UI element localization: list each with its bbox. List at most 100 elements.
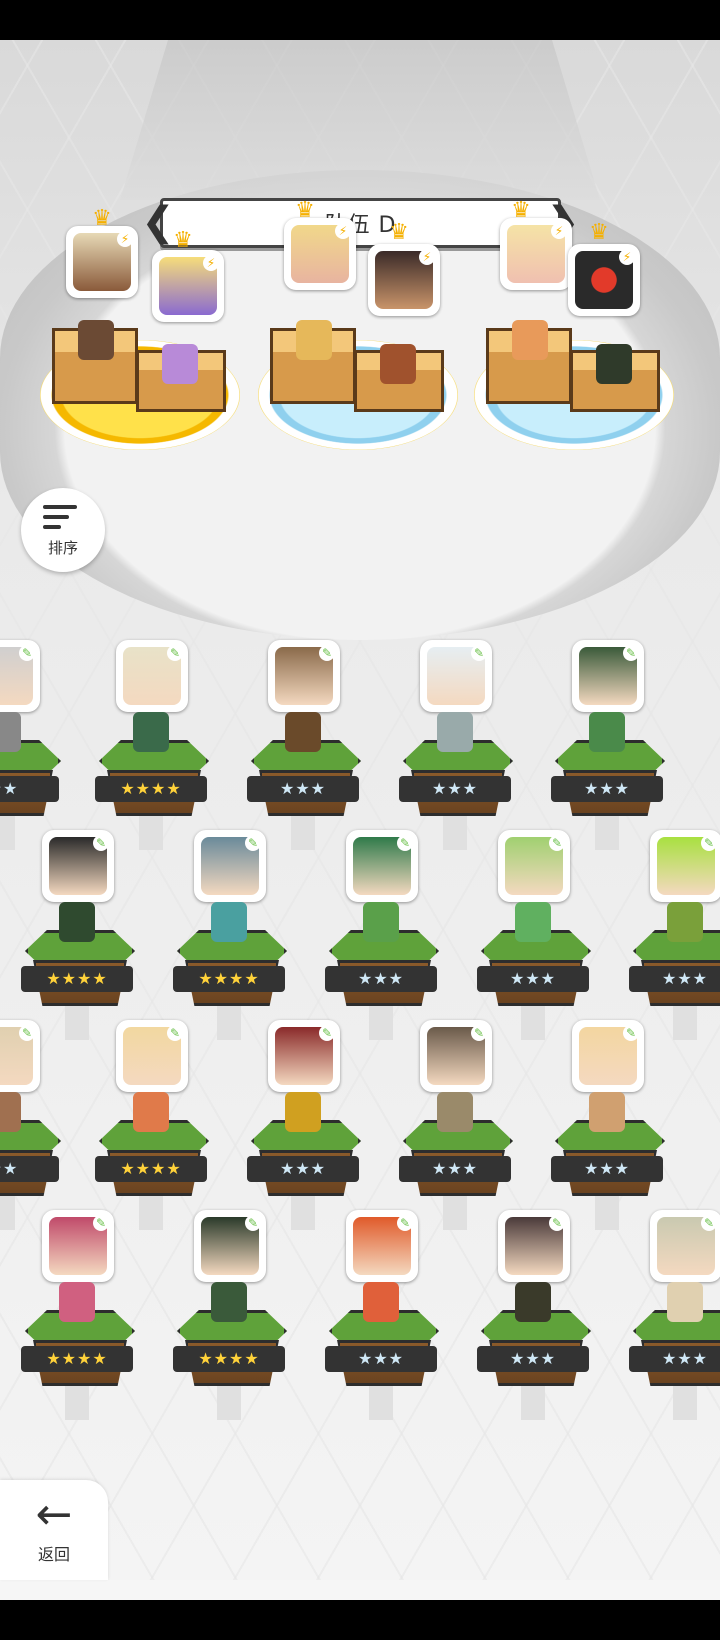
roster-character[interactable]: ✎ ★★★★ xyxy=(21,830,135,1040)
status-bar xyxy=(0,0,720,40)
character-sprite xyxy=(211,1282,247,1322)
character-portrait[interactable]: ✎ xyxy=(194,1210,266,1282)
character-sprite xyxy=(512,320,548,360)
crown-icon: ♛ xyxy=(389,220,409,245)
character-sprite xyxy=(296,320,332,360)
party-slot-1[interactable]: ♛ ⚡ ♛ ⚡ xyxy=(40,208,240,450)
member-portrait[interactable]: ⚡ xyxy=(368,244,440,316)
roster-character[interactable]: ✎ ★★★★ xyxy=(21,1210,135,1420)
roster-character[interactable]: ✎ ★★★★ xyxy=(95,1020,209,1230)
leaf-icon: ✎ xyxy=(319,645,335,661)
character-sprite xyxy=(133,1092,169,1132)
member-portrait[interactable]: ⚡ xyxy=(284,218,356,290)
character-portrait[interactable]: ✎ xyxy=(42,830,114,902)
member-portrait[interactable]: ⚡ xyxy=(568,244,640,316)
roster-character[interactable]: ✎ ★★ xyxy=(0,640,61,850)
star-rating: ★★★ xyxy=(399,776,511,802)
character-portrait[interactable]: ✎ xyxy=(498,1210,570,1282)
character-portrait[interactable]: ✎ xyxy=(420,640,492,712)
roster-character[interactable]: ✎ ★★★★ xyxy=(173,830,287,1040)
leaf-icon: ✎ xyxy=(245,1215,261,1231)
member-portrait[interactable]: ⚡ xyxy=(66,226,138,298)
character-portrait[interactable]: ✎ xyxy=(0,640,40,712)
star-rating: ★★★ xyxy=(247,776,359,802)
character-portrait[interactable]: ✎ xyxy=(116,640,188,712)
leaf-icon: ✎ xyxy=(471,645,487,661)
roster-character[interactable]: ✎ ★★★ xyxy=(325,1210,439,1420)
back-arrow-icon: ← xyxy=(35,1489,73,1540)
star-rating: ★★★★ xyxy=(21,966,133,992)
character-sprite xyxy=(0,712,21,752)
character-portrait[interactable]: ✎ xyxy=(572,1020,644,1092)
character-portrait[interactable]: ✎ xyxy=(42,1210,114,1282)
member-portrait[interactable]: ⚡ xyxy=(500,218,572,290)
star-rating: ★★★ xyxy=(477,1346,589,1372)
roster-character[interactable]: ✎ ★★★ xyxy=(247,640,361,850)
character-portrait[interactable]: ✎ xyxy=(116,1020,188,1092)
roster-character[interactable]: ✎ ★★★ xyxy=(477,1210,591,1420)
roster-character[interactable]: ✎ ★★★ xyxy=(247,1020,361,1230)
star-rating: ★★★★ xyxy=(173,1346,285,1372)
star-rating: ★★★ xyxy=(325,1346,437,1372)
star-rating: ★★★ xyxy=(477,966,589,992)
star-rating: ★★★ xyxy=(551,1156,663,1182)
character-portrait[interactable]: ✎ xyxy=(572,640,644,712)
character-sprite xyxy=(667,902,703,942)
character-portrait[interactable]: ✎ xyxy=(346,1210,418,1282)
leaf-icon: ✎ xyxy=(167,1025,183,1041)
leaf-icon: ✎ xyxy=(319,1025,335,1041)
roster-character[interactable]: ✎ ★★★ xyxy=(477,830,591,1040)
leaf-icon: ✎ xyxy=(167,645,183,661)
star-rating: ★★★ xyxy=(247,1156,359,1182)
character-portrait[interactable]: ✎ xyxy=(650,830,720,902)
leaf-icon: ✎ xyxy=(245,835,261,851)
roster-character[interactable]: ✎ ★★★ xyxy=(325,830,439,1040)
crown-icon: ♛ xyxy=(589,220,609,245)
character-sprite xyxy=(78,320,114,360)
star-rating: ★★★ xyxy=(629,966,720,992)
roster-character[interactable]: ✎ ★★★★ xyxy=(95,640,209,850)
leaf-icon: ✎ xyxy=(19,1025,35,1041)
roster-character[interactable]: ✎ ★★★ xyxy=(629,830,720,1040)
character-sprite xyxy=(589,1092,625,1132)
game-stage: ❮ 队伍 D ❯ ♛ ⚡ ♛ ⚡ ♛ ⚡ ♛ ⚡ ♛ ⚡ ♛ ⚡ xyxy=(0,40,720,1600)
roster-character[interactable]: ✎ ★★★ xyxy=(551,1020,665,1230)
character-portrait[interactable]: ✎ xyxy=(268,640,340,712)
arena-backdrop xyxy=(120,40,600,200)
character-portrait[interactable]: ✎ xyxy=(0,1020,40,1092)
character-sprite xyxy=(211,902,247,942)
roster-character[interactable]: ✎ ★★★ xyxy=(551,640,665,850)
leaf-icon: ✎ xyxy=(623,645,639,661)
roster-character[interactable]: ✎ ★★★ xyxy=(399,1020,513,1230)
star-rating: ★★ xyxy=(0,776,59,802)
member-portrait[interactable]: ⚡ xyxy=(152,250,224,322)
character-portrait[interactable]: ✎ xyxy=(650,1210,720,1282)
leaf-icon: ✎ xyxy=(549,1215,565,1231)
party-slot-2[interactable]: ♛ ⚡ ♛ ⚡ xyxy=(258,200,458,450)
leaf-icon: ✎ xyxy=(701,835,717,851)
character-sprite xyxy=(133,712,169,752)
character-portrait[interactable]: ✎ xyxy=(498,830,570,902)
back-button[interactable]: ← 返回 xyxy=(0,1480,108,1580)
leaf-icon: ✎ xyxy=(397,835,413,851)
back-label: 返回 xyxy=(37,1545,70,1564)
character-portrait[interactable]: ✎ xyxy=(420,1020,492,1092)
bolt-icon: ⚡ xyxy=(335,223,351,239)
roster-character[interactable]: ✎ ★★★ xyxy=(629,1210,720,1420)
character-portrait[interactable]: ✎ xyxy=(194,830,266,902)
sort-button[interactable]: 排序 xyxy=(21,488,105,572)
character-portrait[interactable]: ✎ xyxy=(346,830,418,902)
roster-character[interactable]: ✎ ★★★★ xyxy=(173,1210,287,1420)
leaf-icon: ✎ xyxy=(623,1025,639,1041)
character-sprite xyxy=(515,1282,551,1322)
star-rating: ★★★★ xyxy=(95,1156,207,1182)
character-sprite xyxy=(596,344,632,384)
roster-character[interactable]: ✎ ★★★ xyxy=(399,640,513,850)
party-slot-3[interactable]: ♛ ⚡ ♛ ⚡ xyxy=(474,200,674,450)
bolt-icon: ⚡ xyxy=(551,223,567,239)
character-portrait[interactable]: ✎ xyxy=(268,1020,340,1092)
leaf-icon: ✎ xyxy=(93,1215,109,1231)
character-sprite xyxy=(59,902,95,942)
roster-character[interactable]: ✎ ★★ xyxy=(0,1020,61,1230)
star-rating: ★★★★ xyxy=(95,776,207,802)
